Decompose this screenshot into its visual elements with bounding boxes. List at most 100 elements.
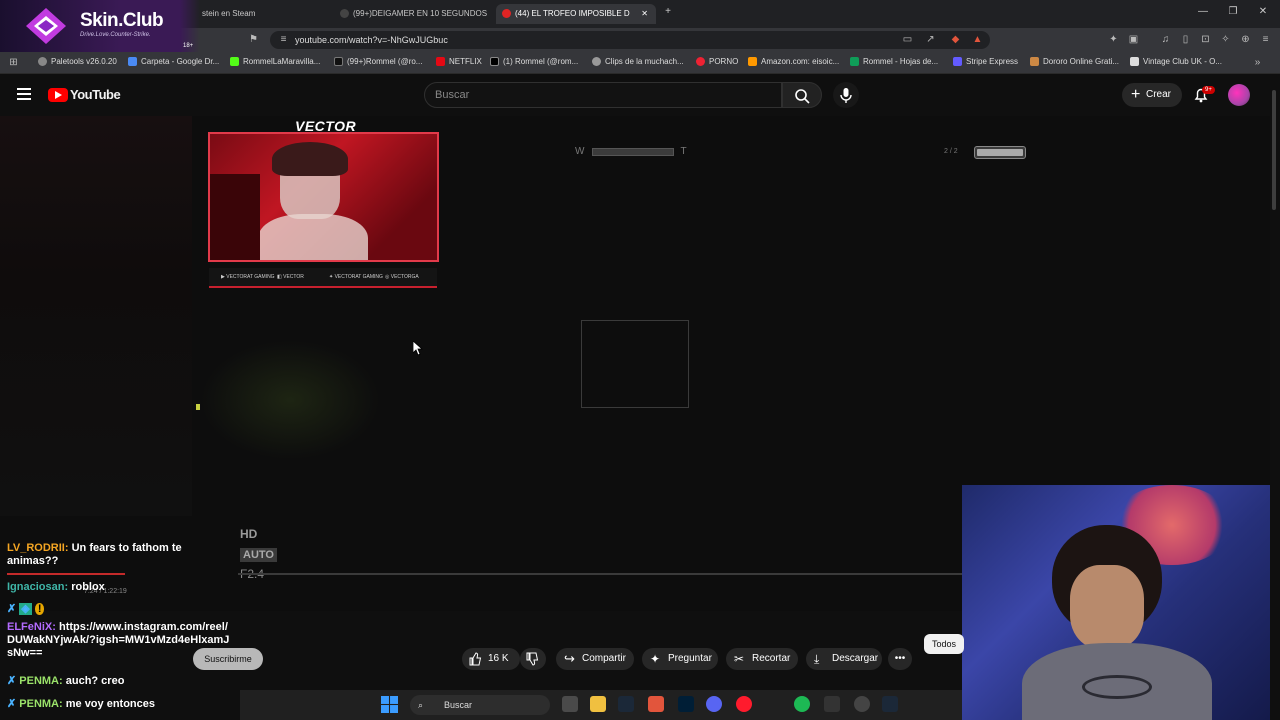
hud-t-label: T [680, 146, 687, 157]
streamer-socials-bar: ▶ VECTORAT GAMING ◧ VECTOR ✦ VECTORAT GA… [209, 268, 437, 288]
leo-ai-icon[interactable]: ✧ [1220, 34, 1231, 45]
menu-icon[interactable]: ≡ [1260, 34, 1271, 45]
filter-chip-all[interactable]: Todos [924, 634, 964, 654]
chat-message: Ignaciosan: roblox [7, 581, 105, 594]
site-info-icon[interactable]: ≡ [278, 34, 289, 45]
chat-text: me voy entonces [65, 698, 155, 710]
brave-browser-icon[interactable] [648, 696, 664, 712]
bookmark-item[interactable]: Amazon.com: eisoic... [748, 57, 839, 67]
brave-shield-icon[interactable]: ◆ [950, 34, 961, 45]
brave-rewards-icon[interactable]: ▲ [972, 34, 983, 45]
valorant-icon[interactable] [824, 696, 840, 712]
taskbar-search[interactable]: ⌕ Buscar [410, 695, 550, 715]
opera-gx-icon[interactable] [736, 696, 752, 712]
chrome-icon[interactable] [854, 696, 870, 712]
search-input[interactable]: Buscar [424, 82, 782, 108]
bookmarks-bar: ⊞ Paletools v26.0.20 Carpeta - Google Dr… [0, 52, 1280, 74]
streamer-shirt [258, 214, 368, 260]
photoshop-icon[interactable] [678, 696, 694, 712]
close-window-icon[interactable]: ✕ [1255, 6, 1271, 17]
minimize-icon[interactable]: — [1195, 6, 1211, 17]
youtube-logo-icon[interactable] [48, 88, 68, 102]
page-icon [1130, 57, 1139, 67]
url-field[interactable]: youtube.com/watch?v=-NhGwJUGbuc [270, 31, 990, 49]
steam-client-icon[interactable] [882, 696, 898, 712]
file-explorer-icon[interactable] [590, 696, 606, 712]
hud-w-label: W [575, 146, 585, 157]
youtube-social: ▶ VECTORAT GAMING [221, 274, 275, 280]
search-icon [795, 89, 810, 104]
vpn-icon[interactable]: ⊕ [1240, 34, 1251, 45]
discord-icon[interactable] [706, 696, 722, 712]
more-bookmarks-icon[interactable]: » [1252, 57, 1263, 68]
close-tab-icon[interactable]: ✕ [641, 4, 648, 24]
extensions-icon[interactable]: ✦ [1108, 34, 1119, 45]
page-scrollbar[interactable] [1272, 90, 1276, 210]
tab-youtube-active[interactable]: (44) EL TROFEO IMPOSIBLE D ✕ [496, 4, 656, 24]
steam-icon[interactable] [618, 696, 634, 712]
subscribe-button[interactable]: Suscribirme [193, 648, 263, 670]
create-button[interactable]: + Crear [1122, 83, 1182, 107]
download-button[interactable]: ⤓ Descargar [806, 648, 882, 670]
drive-icon [128, 57, 137, 67]
bookmark-item[interactable]: RommelLaMaravilla... [230, 57, 320, 67]
bookmark-item[interactable]: Paletools v26.0.20 [38, 57, 117, 67]
bookmark-item[interactable]: Dororo Online Grati... [1030, 57, 1119, 67]
skinclub-tagline: Drive.Love.Counter-Strike. [80, 32, 151, 38]
search-button[interactable] [782, 82, 822, 108]
user-avatar[interactable] [1228, 84, 1250, 106]
ask-button[interactable]: ✦ Preguntar [642, 648, 718, 670]
chair [210, 174, 260, 260]
dark-scene-glow [200, 340, 380, 460]
bookmark-item[interactable]: NETFLIX [436, 57, 482, 67]
taskbar-search-label: Buscar [444, 700, 473, 710]
bookmark-item[interactable]: (1) Rommel (@rom... [490, 57, 578, 67]
screenshot-icon[interactable]: ⊡ [1200, 34, 1211, 45]
bookmark-item[interactable]: (99+)Rommel (@ro... [334, 57, 422, 67]
more-actions-button[interactable]: ••• [888, 648, 912, 670]
tab-tiktok[interactable]: (99+)DEIGAMER EN 10 SEGUNDOS [334, 4, 494, 24]
chat-divider [7, 573, 125, 575]
globe-icon [592, 57, 601, 67]
bookmark-item[interactable]: PORNO [696, 57, 739, 67]
tab-label: (44) EL TROFEO IMPOSIBLE D [515, 9, 630, 18]
social-label: VECTORAT GAMING [226, 274, 275, 280]
bookmark-item[interactable]: Stripe Express [953, 57, 1018, 67]
tab-steam[interactable]: stein en Steam [196, 4, 326, 24]
skinclub-logo-icon [26, 8, 66, 44]
chat-text: auch? creo [65, 675, 125, 687]
cast-icon[interactable]: ▭ [902, 34, 913, 45]
hamburger-menu-icon[interactable] [17, 88, 31, 100]
dislike-button[interactable] [520, 648, 546, 670]
restore-icon[interactable]: ❐ [1225, 6, 1241, 17]
chat-username: Ignaciosan: [7, 581, 69, 593]
voice-search-button[interactable] [833, 82, 859, 108]
download-icon: ⤓ [814, 652, 820, 666]
create-label: Crear [1146, 89, 1172, 100]
bookmark-item[interactable]: Carpeta - Google Dr... [128, 57, 219, 67]
ask-label: Preguntar [668, 653, 712, 664]
media-icon[interactable]: ♫ [1160, 34, 1171, 45]
bookmark-item[interactable]: Clips de la muchach... [592, 57, 684, 67]
bookmark-item[interactable]: Rommel - Hojas de... [850, 57, 938, 67]
hd-label: HD [240, 527, 258, 541]
share-icon[interactable]: ↗ [925, 34, 936, 45]
bookmark-item[interactable]: Vintage Club UK - O... [1130, 57, 1222, 67]
red-dot-icon [696, 57, 705, 67]
share-button[interactable]: ↪ Compartir [556, 648, 634, 670]
windows-start-icon[interactable] [381, 696, 398, 713]
wallet-icon[interactable]: ▣ [1128, 34, 1139, 45]
task-view-icon[interactable] [562, 696, 578, 712]
sidebar-icon[interactable]: ▯ [1180, 34, 1191, 45]
clip-button[interactable]: ✂ Recortar [726, 648, 798, 670]
youtube-logo-text[interactable]: YouTube [70, 87, 121, 102]
spotify-icon[interactable] [794, 696, 810, 712]
like-button[interactable]: 16 K [462, 648, 520, 670]
new-tab-icon[interactable]: + [660, 6, 676, 17]
chat-username: LV_RODRII: [7, 542, 69, 554]
apps-grid-icon[interactable]: ⊞ [8, 57, 19, 68]
share-arrow-icon: ↪ [564, 651, 575, 666]
bookmark-label: PORNO [709, 57, 739, 66]
video-progress-bar[interactable] [238, 573, 962, 575]
bookmark-icon[interactable]: ⚑ [248, 34, 259, 45]
